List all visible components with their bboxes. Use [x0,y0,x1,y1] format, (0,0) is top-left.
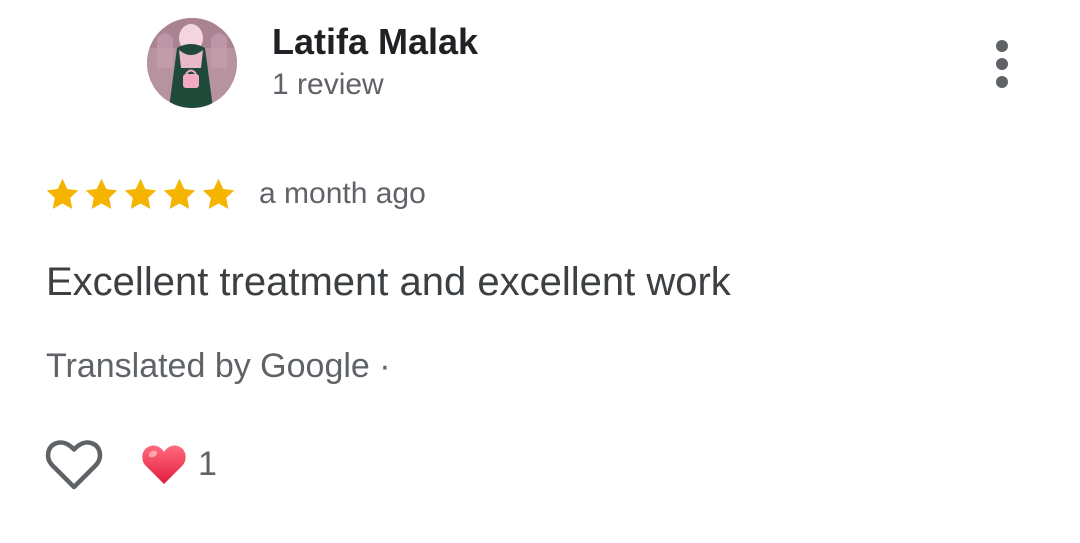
more-vertical-icon-dot [996,76,1008,88]
star-icon [122,176,159,213]
reactions[interactable]: 1 [140,440,217,488]
star-icon [200,176,237,213]
like-button[interactable] [44,436,104,492]
more-vertical-icon-dot [996,58,1008,70]
author-review-count: 1 review [272,68,384,101]
heart-outline-icon [45,440,103,490]
star-icon [44,176,81,213]
red-heart-emoji-icon [140,442,188,486]
author-avatar[interactable] [147,18,237,108]
more-options-button[interactable] [980,36,1024,92]
review-text: Excellent treatment and excellent work [46,260,731,304]
star-icon [161,176,198,213]
rating-row: a month ago [44,172,426,216]
star-rating [44,176,237,213]
avatar-image [147,18,237,108]
review-card: Latifa Malak 1 review a month ago Excell… [0,0,1080,543]
review-time: a month ago [259,177,426,210]
star-icon [83,176,120,213]
translation-note: Translated by Google · [46,347,391,385]
reaction-count: 1 [198,444,217,483]
more-vertical-icon [996,40,1008,52]
author-name[interactable]: Latifa Malak [272,20,478,64]
